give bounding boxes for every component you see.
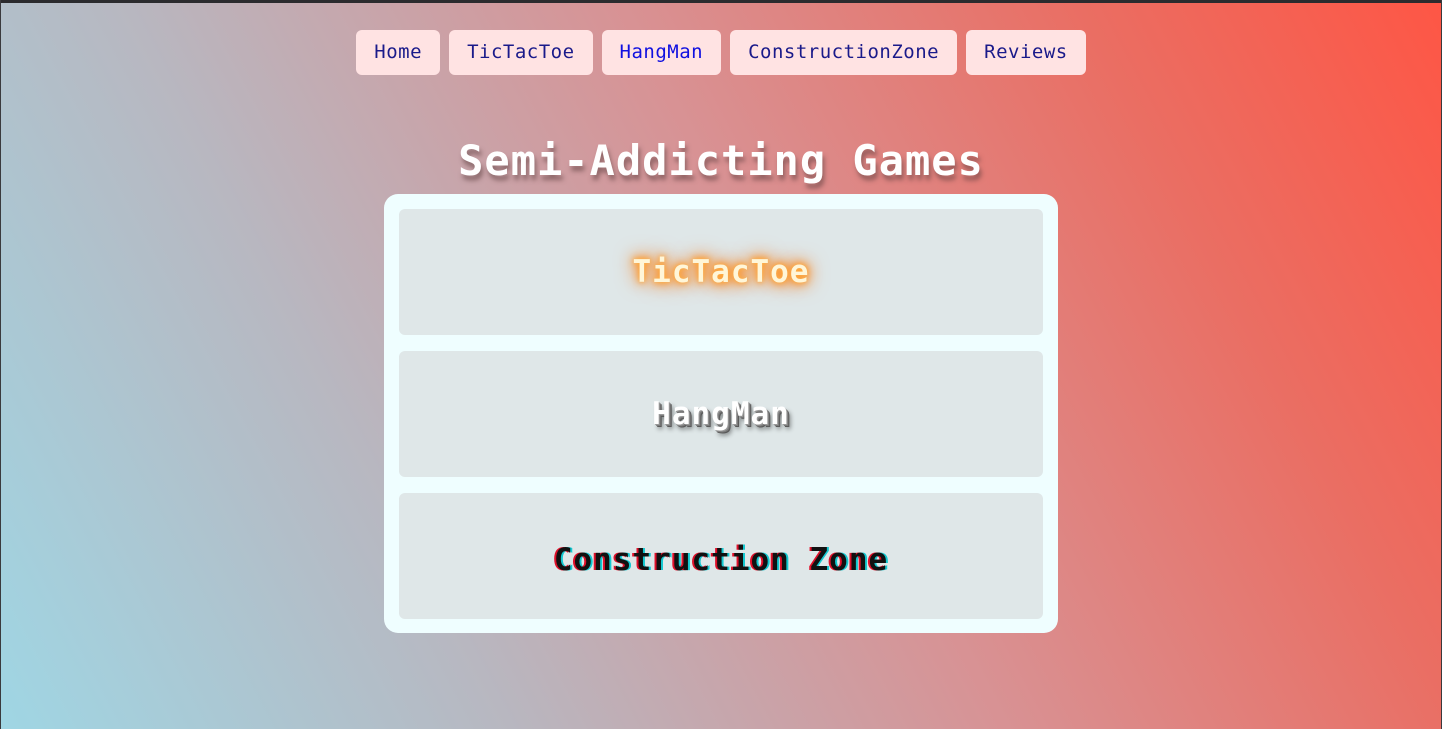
nav-tictactoe-button[interactable]: TicTacToe xyxy=(449,30,593,75)
game-tile-label: TicTacToe xyxy=(632,254,810,290)
nav-reviews-button[interactable]: Reviews xyxy=(966,30,1086,75)
nav-constructionzone-button[interactable]: ConstructionZone xyxy=(730,30,958,75)
game-tile-label: HangMan xyxy=(652,396,790,432)
game-tile-construction-zone[interactable]: Construction Zone xyxy=(399,493,1043,619)
game-tile-hangman[interactable]: HangMan xyxy=(399,351,1043,477)
game-tile-tictactoe[interactable]: TicTacToe xyxy=(399,209,1043,335)
top-navigation: Home TicTacToe HangMan ConstructionZone … xyxy=(0,30,1442,75)
games-card: TicTacToe HangMan Construction Zone xyxy=(384,194,1058,633)
nav-home-button[interactable]: Home xyxy=(356,30,441,75)
page-title: Semi-Addicting Games xyxy=(458,136,984,186)
nav-hangman-button[interactable]: HangMan xyxy=(601,30,722,75)
window-left-border xyxy=(0,0,1,729)
game-tile-label: Construction Zone xyxy=(553,542,889,578)
window-top-border xyxy=(0,0,1442,3)
